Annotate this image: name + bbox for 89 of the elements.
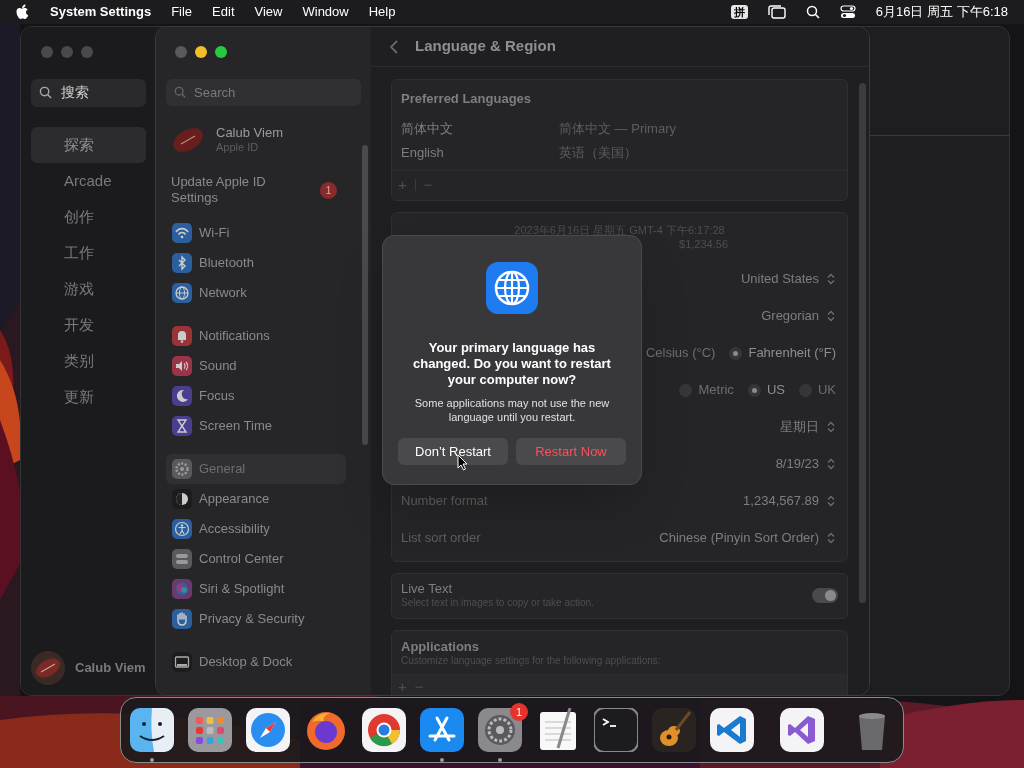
pointer-icon <box>457 454 468 471</box>
terminal-icon[interactable] <box>594 708 638 752</box>
sidebar-item[interactable]: Appearance <box>166 484 346 514</box>
back-button[interactable] <box>389 38 399 55</box>
app-grid-icon[interactable] <box>188 708 232 752</box>
up-down-chevron-icon <box>827 273 835 285</box>
search-icon[interactable] <box>805 5 820 19</box>
setting-label: List sort order <box>401 529 481 548</box>
guitar-icon[interactable] <box>652 708 696 752</box>
sidebar-item[interactable]: Arcade <box>31 163 146 199</box>
ribbon-icon[interactable] <box>780 708 824 752</box>
window-control[interactable] <box>215 46 227 58</box>
windows-icon[interactable] <box>767 5 786 19</box>
up-down-chevron-icon <box>827 421 835 433</box>
sidebar-item[interactable]: Siri & Spotlight <box>166 574 346 604</box>
menu-clock[interactable]: 6月16日 周五 下午6:18 <box>875 2 1008 22</box>
dialog-title: Your primary language has changed. Do you want to restart your computer now? <box>412 340 612 388</box>
search-icon <box>39 86 52 99</box>
sidebar-item[interactable]: Control Center <box>166 544 346 574</box>
page-title: Language & Region <box>415 36 556 57</box>
sidebar-item[interactable]: Screen Time <box>166 411 346 441</box>
popup-button[interactable]: 8/19/23 <box>775 454 838 474</box>
sidebar-item[interactable]: 类别 <box>31 343 146 379</box>
sidebar-item[interactable]: Network <box>166 278 346 308</box>
radio-option[interactable]: UK <box>798 380 836 400</box>
language-name: English <box>401 143 445 162</box>
scrollbar[interactable] <box>859 83 866 603</box>
radio-option[interactable]: Metric <box>679 380 734 400</box>
menu-item[interactable]: File <box>171 2 193 22</box>
sidebar-item[interactable]: Sound <box>166 351 346 381</box>
up-down-chevron-icon <box>827 310 835 322</box>
search-icon <box>174 86 186 98</box>
sidebar-item[interactable]: 探索 <box>31 127 146 163</box>
up-down-chevron-icon <box>827 495 835 507</box>
compass-icon[interactable] <box>246 708 290 752</box>
dialog-button[interactable]: Don’t Restart <box>398 438 508 465</box>
menu-item[interactable]: View <box>254 2 283 22</box>
popup-button[interactable]: Gregorian <box>761 306 838 326</box>
toggle-switch[interactable] <box>812 588 838 603</box>
up-down-chevron-icon <box>827 532 835 544</box>
sidebar-item[interactable]: Wi-Fi <box>166 218 346 248</box>
up-down-chevron-icon <box>827 458 835 470</box>
scrollbar[interactable] <box>362 145 368 445</box>
account-name[interactable]: Calub Viem <box>216 125 283 142</box>
menu-item[interactable]: Edit <box>212 2 235 22</box>
menu-app-name[interactable]: System Settings <box>50 2 152 22</box>
dialog-message: Some applications may not use the new language until you restart. <box>413 396 611 424</box>
sidebar-item[interactable]: 游戏 <box>31 271 146 307</box>
menu-item[interactable]: Help <box>368 2 396 22</box>
sidebar-item[interactable]: 创作 <box>31 199 146 235</box>
card-title: Applications <box>401 638 480 655</box>
face-icon[interactable] <box>130 708 174 752</box>
control-center-icon[interactable] <box>839 5 856 19</box>
sidebar-item[interactable]: 工作 <box>31 235 146 271</box>
avatar[interactable] <box>31 651 65 685</box>
window-control[interactable] <box>195 46 207 58</box>
menu-item[interactable]: Window <box>302 2 349 22</box>
update-notice[interactable]: Update Apple ID Settings <box>171 174 291 206</box>
notification-badge: 1 <box>510 703 528 721</box>
sidebar-item[interactable]: Desktop & Dock <box>166 647 346 677</box>
popup-button[interactable]: 1,234,567.89 <box>743 491 838 511</box>
search-field[interactable]: Search <box>166 79 361 106</box>
sidebar-item[interactable]: Bluetooth <box>166 248 346 278</box>
ribbon-icon[interactable] <box>710 708 754 752</box>
sidebar-item[interactable]: Focus <box>166 381 346 411</box>
popup-button[interactable]: United States <box>740 269 838 289</box>
globe-icon <box>486 262 538 314</box>
card-title: Preferred Languages <box>400 90 533 108</box>
sidebar-item[interactable]: Privacy & Security <box>166 604 346 634</box>
setting-label: Live Text <box>401 581 454 598</box>
sidebar-item[interactable]: Accessibility <box>166 514 346 544</box>
apple-logo-icon[interactable] <box>16 4 30 20</box>
language-name: 简体中文 <box>401 119 454 138</box>
triangle-lines-icon[interactable] <box>420 708 464 752</box>
sidebar-item[interactable]: 开发 <box>31 307 146 343</box>
popup-button[interactable]: Chinese (Pinyin Sort Order) <box>659 528 838 548</box>
ring-icon[interactable] <box>362 708 406 752</box>
dialog-button[interactable]: Restart Now <box>516 438 626 465</box>
gear-icon[interactable] <box>478 708 522 752</box>
sidebar-item[interactable]: Notifications <box>166 321 346 351</box>
popup-button[interactable]: 星期日 <box>780 417 838 437</box>
search-field[interactable]: 搜索 <box>31 79 146 107</box>
radio-option[interactable]: US <box>747 380 785 400</box>
radio-option[interactable]: Fahrenheit (°F) <box>729 343 836 363</box>
input-method-indicator[interactable]: 拼 <box>730 5 748 19</box>
sidebar-item[interactable]: General <box>166 454 346 484</box>
notification-badge: 1 <box>320 181 337 199</box>
user-name: Calub Viem <box>75 659 146 678</box>
sidebar-item[interactable]: 更新 <box>31 379 146 415</box>
